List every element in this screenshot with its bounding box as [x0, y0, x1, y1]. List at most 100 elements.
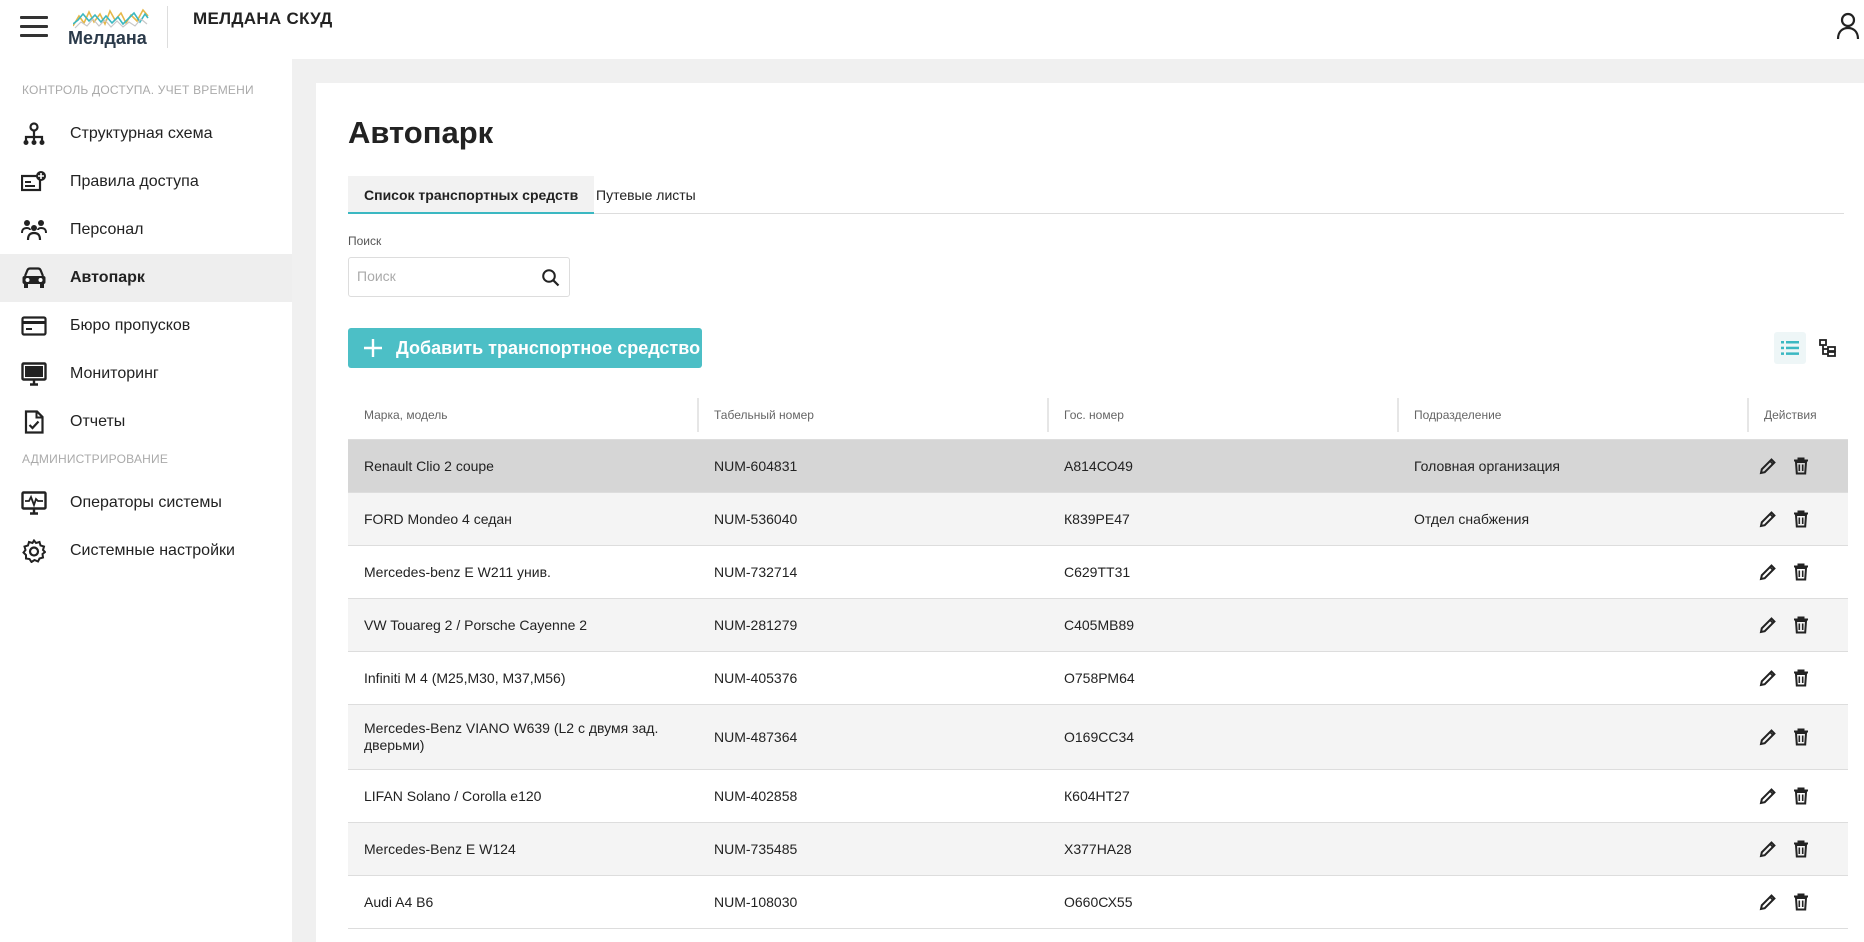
search-input[interactable] [357, 268, 527, 284]
cell-tab-number: NUM-735485 [714, 840, 798, 857]
edit-icon[interactable] [1756, 890, 1780, 914]
cell-tab-number: NUM-732714 [714, 563, 798, 580]
sidebar-section-admin-label: АДМИНИСТРИРОВАНИЕ [22, 452, 169, 466]
sidebar-item-label: Автопарк [70, 269, 145, 286]
sidebar-item-label: Правила доступа [70, 173, 199, 190]
cell-department [1398, 876, 1414, 928]
sidebar-item-label: Персонал [70, 221, 144, 238]
cell-tab-number: NUM-281279 [714, 616, 798, 633]
edit-icon[interactable] [1756, 784, 1780, 808]
personnel-icon [21, 217, 47, 243]
search-label: Поиск [348, 234, 382, 248]
tab-vehicle-list[interactable]: Список транспортных средств [348, 176, 595, 214]
cell-model: FORD Mondeo 4 седан [364, 510, 512, 527]
search-icon[interactable] [541, 268, 561, 288]
plus-icon [364, 339, 382, 357]
edit-icon[interactable] [1756, 837, 1780, 861]
sidebar-item-access-rules[interactable]: Правила доступа [0, 158, 292, 206]
cell-plate: Х377НА28 [1064, 840, 1132, 857]
table-row[interactable]: VW Touareg 2 / Porsche Cayenne 2 NUM-281… [348, 599, 1848, 652]
sidebar-item-structure[interactable]: Структурная схема [0, 110, 292, 158]
row-actions [1756, 599, 1822, 651]
cell-plate: К604НТ27 [1064, 787, 1130, 804]
delete-icon[interactable] [1789, 890, 1813, 914]
column-header-plate[interactable]: Гос. номер [1048, 390, 1124, 440]
edit-icon[interactable] [1756, 725, 1780, 749]
cell-department [1398, 770, 1414, 822]
delete-icon[interactable] [1789, 837, 1813, 861]
sidebar-item-label: Отчеты [70, 413, 126, 430]
cell-department [1398, 599, 1414, 651]
table-row[interactable]: FORD Mondeo 4 седан NUM-536040 К839РЕ47 … [348, 493, 1848, 546]
table-row[interactable]: Mercedes-benz E W211 унив. NUM-732714 С6… [348, 546, 1848, 599]
car-icon [21, 265, 47, 291]
column-header-model[interactable]: Марка, модель [348, 390, 448, 440]
tree-view-toggle[interactable] [1812, 332, 1844, 364]
sidebar-item-reports[interactable]: Отчеты [0, 398, 292, 446]
table-body: Renault Clio 2 coupe NUM-604831 А814СО49… [348, 440, 1848, 929]
add-vehicle-button-label: Добавить транспортное средство [396, 337, 701, 358]
delete-icon[interactable] [1789, 725, 1813, 749]
sidebar-item-operators[interactable]: Операторы системы [0, 479, 292, 527]
sidebar-item-label: Мониторинг [70, 365, 159, 382]
cell-tab-number: NUM-402858 [714, 787, 798, 804]
cell-department [1398, 546, 1414, 598]
edit-icon[interactable] [1756, 454, 1780, 478]
sidebar-item-system-settings[interactable]: Системные настройки [0, 527, 292, 575]
logo-wave-icon [73, 8, 149, 29]
org-structure-icon [21, 121, 47, 147]
app-title: МЕЛДАНА СКУД [193, 9, 333, 28]
delete-icon[interactable] [1789, 666, 1813, 690]
table-row[interactable]: Infiniti M 4 (M25,M30, M37,M56) NUM-4053… [348, 652, 1848, 705]
delete-icon[interactable] [1789, 507, 1813, 531]
cell-tab-number: NUM-108030 [714, 893, 798, 910]
delete-icon[interactable] [1789, 784, 1813, 808]
hamburger-menu-icon[interactable] [20, 16, 48, 38]
row-actions [1756, 823, 1822, 875]
column-header-department[interactable]: Подразделение [1398, 390, 1501, 440]
add-vehicle-button[interactable]: Добавить транспортное средство [348, 328, 702, 368]
sidebar-item-label: Бюро пропусков [70, 317, 191, 334]
cell-model: Renault Clio 2 coupe [364, 457, 494, 474]
edit-icon[interactable] [1756, 666, 1780, 690]
cell-model: Infiniti M 4 (M25,M30, M37,M56) [364, 669, 566, 686]
cell-model: Mercedes-Benz VIANO W639 (L2 с двумя зад… [364, 720, 659, 753]
table-row[interactable]: Mercedes-Benz E W124 NUM-735485 Х377НА28 [348, 823, 1848, 876]
cell-model: Audi A4 B6 [364, 893, 434, 910]
list-view-toggle[interactable] [1774, 332, 1806, 364]
operators-icon [21, 490, 47, 516]
edit-icon[interactable] [1756, 560, 1780, 584]
table-row[interactable]: LIFAN Solano / Corolla e120 NUM-402858 К… [348, 770, 1848, 823]
access-rules-icon [21, 169, 47, 195]
tabs: Список транспортных средств Путевые лист… [348, 176, 1844, 214]
main-content-card: Автопарк Список транспортных средств Пут… [316, 83, 1864, 942]
gear-icon [21, 538, 47, 564]
sidebar-item-pass-office[interactable]: Бюро пропусков [0, 302, 292, 350]
sidebar-item-personnel[interactable]: Персонал [0, 206, 292, 254]
cell-department [1398, 652, 1414, 704]
sidebar-item-fleet[interactable]: Автопарк [0, 254, 292, 302]
table-row[interactable]: Renault Clio 2 coupe NUM-604831 А814СО49… [348, 440, 1848, 493]
delete-icon[interactable] [1789, 560, 1813, 584]
logo-text: Мелдана [68, 28, 147, 48]
table-header: Марка, модель Табельный номер Гос. номер… [348, 390, 1848, 440]
user-account-icon[interactable] [1836, 12, 1860, 40]
cell-tab-number: NUM-604831 [714, 457, 798, 474]
row-actions [1756, 705, 1822, 769]
column-header-tab-number[interactable]: Табельный номер [698, 390, 814, 440]
cell-plate: С629ТТ31 [1064, 563, 1131, 580]
cell-plate: О660СХ55 [1064, 893, 1133, 910]
tab-waybills[interactable]: Путевые листы [580, 176, 712, 214]
cell-tab-number: NUM-536040 [714, 510, 798, 527]
table-row[interactable]: Audi A4 B6 NUM-108030 О660СХ55 [348, 876, 1848, 929]
card-icon [21, 313, 47, 339]
cell-department [1398, 705, 1414, 769]
delete-icon[interactable] [1789, 454, 1813, 478]
sidebar-item-label: Структурная схема [70, 125, 213, 142]
row-actions [1756, 876, 1822, 928]
table-row[interactable]: Mercedes-Benz VIANO W639 (L2 с двумя зад… [348, 705, 1848, 770]
sidebar-item-monitoring[interactable]: Мониторинг [0, 350, 292, 398]
delete-icon[interactable] [1789, 613, 1813, 637]
edit-icon[interactable] [1756, 613, 1780, 637]
edit-icon[interactable] [1756, 507, 1780, 531]
